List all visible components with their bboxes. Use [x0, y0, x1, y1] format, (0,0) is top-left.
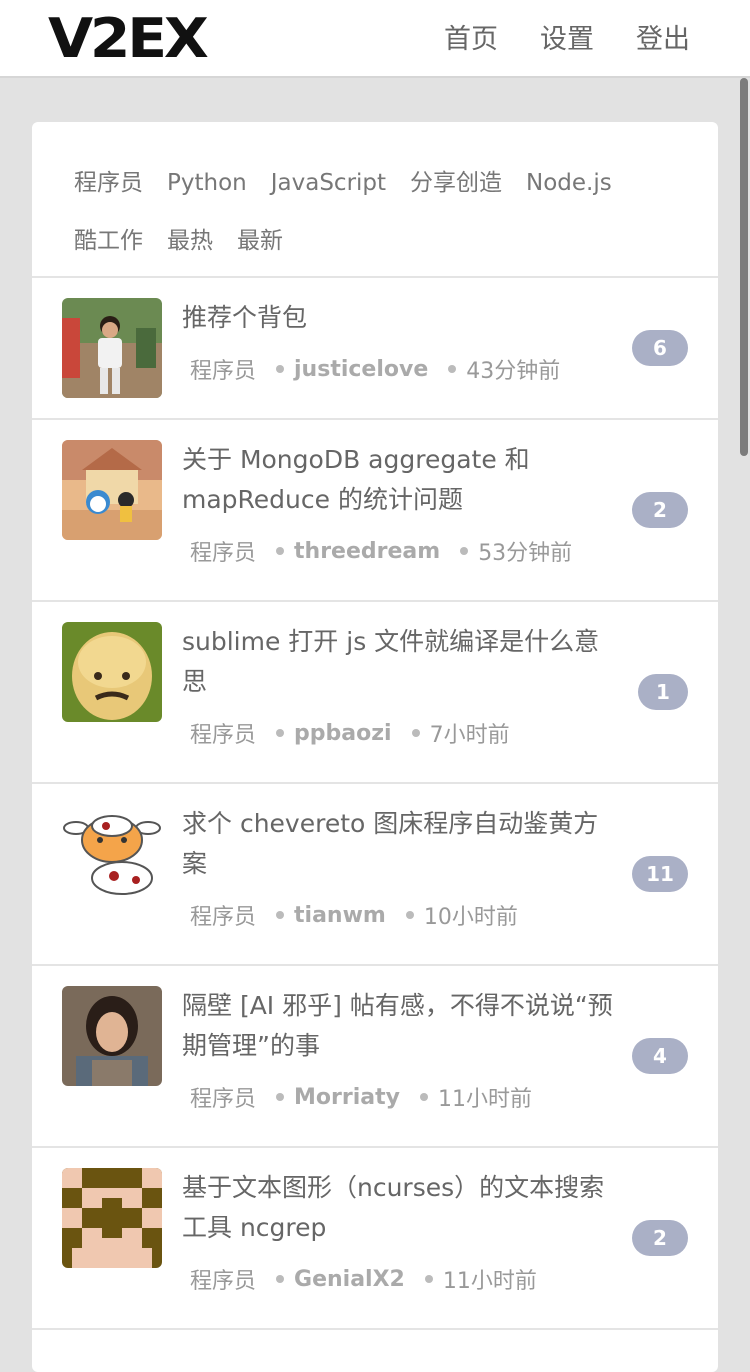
topic-meta: 程序员 ppbaozi 7小时前 — [190, 717, 510, 749]
cow-avatar[interactable] — [62, 804, 162, 904]
tab-jobs[interactable]: 酷工作 — [74, 224, 143, 258]
topic-time: 11小时前 — [437, 1087, 532, 1112]
pixel-pattern-avatar[interactable] — [62, 1168, 162, 1268]
topic-title[interactable]: sublime 打开 js 文件就编译是什么意思 — [182, 622, 622, 702]
separator-dot — [419, 1093, 428, 1101]
separator-dot — [276, 1093, 285, 1101]
doraemon-avatar[interactable] — [62, 440, 162, 540]
topic-meta: 程序员 threedream 53分钟前 — [190, 535, 572, 567]
topic-meta: 程序员 tianwm 10小时前 — [190, 899, 518, 931]
topic-item[interactable]: 求个 chevereto 图床程序自动鉴黄方案 程序员 tianwm 10小时前… — [32, 784, 718, 966]
topic-node[interactable]: 程序员 — [190, 1263, 256, 1295]
topic-item[interactable]: 基于文本图形（ncurses）的文本搜索工具 ncgrep 程序员 Genial… — [32, 1148, 718, 1330]
topic-item[interactable]: 关于 MongoDB aggregate 和 mapReduce 的统计问题 程… — [32, 420, 718, 602]
topic-item[interactable]: 推荐个背包 程序员 justicelove 43分钟前 6 — [32, 278, 718, 420]
topic-node[interactable]: 程序员 — [190, 717, 256, 749]
separator-dot — [276, 911, 285, 919]
topic-title[interactable]: 推荐个背包 — [182, 298, 622, 338]
topic-node[interactable]: 程序员 — [190, 899, 256, 931]
topic-author[interactable]: tianwm — [294, 903, 386, 928]
topic-node[interactable]: 程序员 — [190, 353, 256, 385]
separator-dot — [448, 365, 457, 373]
topic-title[interactable]: 关于 MongoDB aggregate 和 mapReduce 的统计问题 — [182, 440, 622, 520]
v2ex-logo[interactable]: V2EX — [48, 11, 209, 67]
topic-time: 7小时前 — [429, 723, 510, 748]
topic-time: 53分钟前 — [478, 541, 573, 566]
separator-dot — [460, 547, 469, 555]
topic-title[interactable]: 求个 chevereto 图床程序自动鉴黄方案 — [182, 804, 622, 884]
topic-box: 程序员 Python JavaScript 分享创造 Node.js 酷工作 最… — [32, 122, 718, 1372]
tab-latest[interactable]: 最新 — [237, 224, 283, 258]
topic-node[interactable]: 程序员 — [190, 1081, 256, 1113]
nav-home-link[interactable]: 首页 — [444, 22, 498, 58]
tab-create[interactable]: 分享创造 — [410, 166, 502, 200]
top-bar: V2EX 首页 设置 登出 — [0, 0, 750, 78]
topic-item[interactable]: sublime 打开 js 文件就编译是什么意思 程序员 ppbaozi 7小时… — [32, 602, 718, 784]
separator-dot — [276, 729, 285, 737]
topic-time: 10小时前 — [423, 905, 518, 930]
topic-author[interactable]: threedream — [294, 539, 440, 564]
nav-logout-link[interactable]: 登出 — [636, 22, 690, 58]
tab-nodejs[interactable]: Node.js — [526, 166, 612, 200]
separator-dot — [276, 1275, 285, 1283]
reply-count-badge[interactable]: 6 — [632, 330, 688, 366]
topic-author[interactable]: Morriaty — [294, 1085, 400, 1110]
topic-meta: 程序员 Morriaty 11小时前 — [190, 1081, 532, 1113]
photo-boy-avatar[interactable] — [62, 298, 162, 398]
separator-dot — [276, 547, 285, 555]
separator-dot — [424, 1275, 433, 1283]
topic-author[interactable]: justicelove — [294, 357, 428, 382]
tab-hot[interactable]: 最热 — [167, 224, 213, 258]
top-nav: 首页 设置 登出 — [444, 22, 690, 58]
reply-count-badge[interactable]: 2 — [632, 1220, 688, 1256]
topic-title[interactable]: 隔壁 [AI 邪乎] 帖有感，不得不说说“预期管理”的事 — [182, 986, 622, 1066]
topic-item[interactable]: 隔壁 [AI 邪乎] 帖有感，不得不说说“预期管理”的事 程序员 Morriat… — [32, 966, 718, 1148]
nav-settings-link[interactable]: 设置 — [540, 22, 594, 58]
scrollbar-thumb[interactable] — [740, 78, 748, 456]
woman-photo-avatar[interactable] — [62, 986, 162, 1086]
topic-time: 43分钟前 — [466, 359, 561, 384]
topic-time: 11小时前 — [442, 1269, 537, 1294]
bald-man-avatar[interactable] — [62, 622, 162, 722]
reply-count-badge[interactable]: 11 — [632, 856, 688, 892]
topic-author[interactable]: GenialX2 — [294, 1267, 405, 1292]
topic-meta: 程序员 GenialX2 11小时前 — [190, 1263, 537, 1295]
reply-count-badge[interactable]: 1 — [638, 674, 688, 710]
separator-dot — [405, 911, 414, 919]
topic-node[interactable]: 程序员 — [190, 535, 256, 567]
tab-programmer[interactable]: 程序员 — [74, 166, 143, 200]
topic-meta: 程序员 justicelove 43分钟前 — [190, 353, 560, 385]
reply-count-badge[interactable]: 4 — [632, 1038, 688, 1074]
tab-python[interactable]: Python — [167, 166, 247, 200]
reply-count-badge[interactable]: 2 — [632, 492, 688, 528]
topic-title[interactable]: 基于文本图形（ncurses）的文本搜索工具 ncgrep — [182, 1168, 622, 1248]
node-tabs: 程序员 Python JavaScript 分享创造 Node.js 酷工作 最… — [32, 122, 718, 278]
topic-author[interactable]: ppbaozi — [294, 721, 392, 746]
separator-dot — [276, 365, 285, 373]
separator-dot — [411, 729, 420, 737]
tab-javascript[interactable]: JavaScript — [271, 166, 386, 200]
